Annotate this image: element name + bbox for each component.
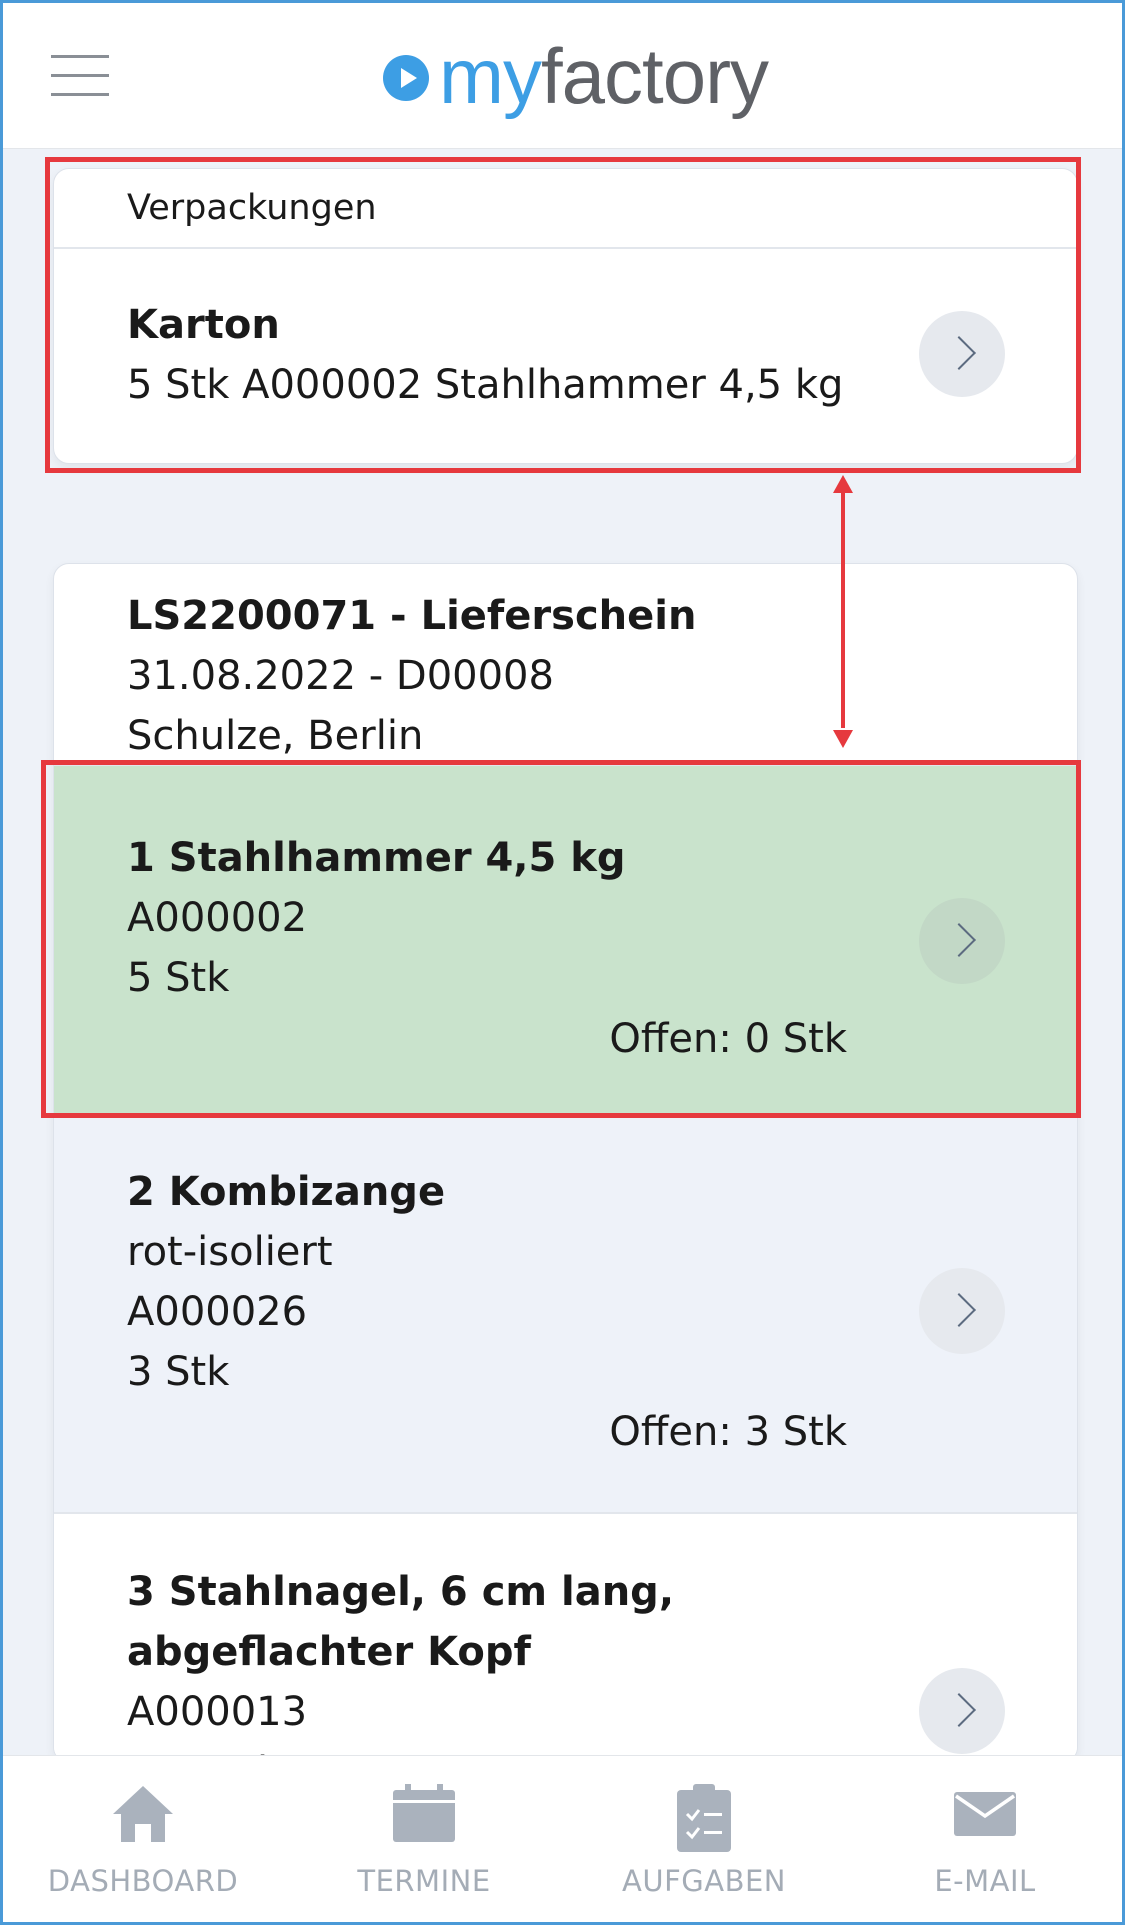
annotation-arrow-head-down [833,730,853,748]
logo-text-my: my [439,32,542,120]
play-icon [383,55,429,101]
app-header: myfactory [3,3,1122,149]
chevron-right-icon[interactable] [919,311,1005,397]
annotation-arrow-line [841,488,845,728]
item-variant: rot-isoliert [127,1229,333,1275]
app-frame: myfactory Verpackungen Karton 5 Stk A000… [0,0,1125,1925]
nav-termine[interactable]: TERMINE [284,1756,564,1922]
bottom-navigation: DASHBOARD TERMINE AUFGABEN E-MAIL [3,1755,1122,1922]
delivery-note-card: LS2200071 - Lieferschein 31.08.2022 - D0… [53,563,1078,1763]
nav-label-dashboard: DASHBOARD [47,1864,239,1898]
nav-label-aufgaben: AUFGABEN [622,1864,786,1898]
chevron-right-icon[interactable] [919,1668,1005,1754]
home-icon [111,1784,175,1848]
delivery-date: 31.08.2022 - D00008 [127,653,554,699]
menu-icon[interactable] [51,55,109,97]
logo-text-factory: factory [540,32,769,120]
list-item-1[interactable]: 1 Stahlhammer 4,5 kg A000002 5 Stk Offen… [54,764,1077,1114]
mail-icon [954,1792,1016,1840]
item-title-line2: abgeflachter Kopf [127,1629,531,1675]
clipboard-icon [677,1784,731,1856]
chevron-right-icon[interactable] [919,898,1005,984]
item-open-quantity: Offen: 0 Stk [609,1016,847,1062]
item-quantity: 3 Stk [127,1349,230,1395]
list-item-2[interactable]: 2 Kombizange rot-isoliert A000026 3 Stk … [54,1114,1077,1512]
nav-label-email: E-MAIL [934,1864,1036,1898]
nav-dashboard[interactable]: DASHBOARD [3,1756,283,1922]
nav-label-termine: TERMINE [357,1864,491,1898]
chevron-right-icon[interactable] [919,1268,1005,1354]
item-open-quantity: Offen: 3 Stk [609,1409,847,1455]
delivery-header: LS2200071 - Lieferschein 31.08.2022 - D0… [54,564,1077,764]
calendar-icon [393,1784,455,1846]
nav-email[interactable]: E-MAIL [845,1756,1122,1922]
item-title: 2 Kombizange [127,1169,446,1215]
item-title: 1 Stahlhammer 4,5 kg [127,835,626,881]
delivery-customer: Schulze, Berlin [127,713,424,759]
packaging-card: Verpackungen Karton 5 Stk A000002 Stahlh… [53,168,1078,464]
delivery-title: LS2200071 - Lieferschein [127,593,697,639]
item-title-line1: 3 Stahlnagel, 6 cm lang, [127,1569,675,1615]
packaging-item[interactable]: Karton 5 Stk A000002 Stahlhammer 4,5 kg [54,249,1077,463]
list-item-3[interactable]: 3 Stahlnagel, 6 cm lang, abgeflachter Ko… [54,1512,1077,1762]
nav-aufgaben[interactable]: AUFGABEN [564,1756,844,1922]
app-logo: myfactory [383,31,769,121]
section-label-verpackungen: Verpackungen [54,169,1077,249]
